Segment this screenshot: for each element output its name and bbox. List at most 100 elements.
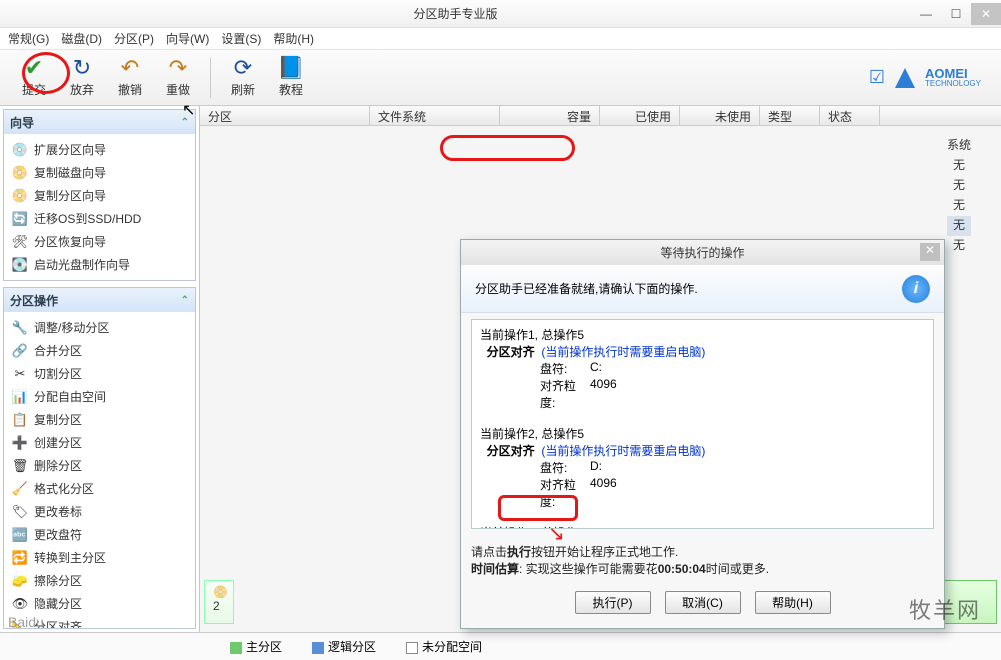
allocate-icon: 📊 bbox=[12, 389, 28, 405]
format-icon: 🧹 bbox=[12, 481, 28, 497]
op-split[interactable]: ✂切割分区 bbox=[6, 362, 193, 385]
wizard-title: 向导 bbox=[10, 114, 34, 131]
dialog-message: 分区助手已经准备就绪,请确认下面的操作. bbox=[475, 280, 698, 297]
tutorial-button[interactable]: 📘教程 bbox=[267, 57, 315, 98]
hide-icon: 👁 bbox=[12, 596, 28, 612]
watermark-baidu: Baidu bbox=[8, 614, 44, 630]
op-label[interactable]: 🏷更改卷标 bbox=[6, 500, 193, 523]
undo-button[interactable]: ↶撤销 bbox=[106, 57, 154, 98]
col-unused[interactable]: 未使用 bbox=[680, 106, 760, 125]
window-title: 分区助手专业版 bbox=[0, 5, 911, 22]
letter-icon: 🔤 bbox=[12, 527, 28, 543]
dialog-title: 等待执行的操作 bbox=[660, 244, 744, 261]
cursor-icon: ↖ bbox=[182, 100, 195, 120]
ops-panel: 分区操作 ⌃ 🔧调整/移动分区 🔗合并分区 ✂切割分区 📊分配自由空间 📋复制分区… bbox=[3, 287, 196, 629]
recover-icon: 🛠 bbox=[12, 234, 28, 250]
op-hide[interactable]: 👁隐藏分区 bbox=[6, 592, 193, 615]
undo-icon: ↶ bbox=[121, 57, 139, 79]
label-icon: 🏷 bbox=[12, 504, 28, 520]
disk-icon: 💿 bbox=[12, 142, 28, 158]
merge-icon: 🔗 bbox=[12, 343, 28, 359]
pending-ops-dialog: 等待执行的操作 ✕ 分区助手已经准备就绪,请确认下面的操作. i 当前操作1, … bbox=[460, 239, 945, 629]
resize-icon: 🔧 bbox=[12, 320, 28, 336]
column-headers: 分区 文件系统 容量 已使用 未使用 类型 状态 bbox=[200, 106, 1001, 126]
wizard-extend[interactable]: 💿扩展分区向导 bbox=[6, 138, 193, 161]
menu-partition[interactable]: 分区(P) bbox=[114, 30, 154, 47]
left-sidebar: 向导 ⌃ 💿扩展分区向导 📀复制磁盘向导 📀复制分区向导 🔄迁移OS到SSD/HD… bbox=[0, 106, 200, 632]
watermark: 牧羊网 bbox=[909, 593, 981, 625]
annotation-arrow: ↘ bbox=[548, 521, 565, 546]
op-format[interactable]: 🧹格式化分区 bbox=[6, 477, 193, 500]
menu-settings[interactable]: 设置(S) bbox=[221, 30, 261, 47]
dialog-hint1: 请点击执行按钮开始让程序正式地工作. bbox=[471, 543, 934, 560]
menu-help[interactable]: 帮助(H) bbox=[273, 30, 314, 47]
dialog-close-button[interactable]: ✕ bbox=[920, 243, 940, 261]
create-icon: ➕ bbox=[12, 435, 28, 451]
ops-list[interactable]: 当前操作1, 总操作5 分区对齐 (当前操作执行时需要重启电脑) 盘符:C: 对… bbox=[471, 319, 934, 529]
titlebar: 分区助手专业版 — ☐ ✕ bbox=[0, 0, 1001, 28]
discard-button[interactable]: ↻放弃 bbox=[58, 57, 106, 98]
disk-box[interactable]: 📀2 bbox=[204, 580, 234, 624]
col-partition[interactable]: 分区 bbox=[200, 106, 370, 125]
op-delete[interactable]: 🗑删除分区 bbox=[6, 454, 193, 477]
collapse-icon[interactable]: ⌃ bbox=[181, 295, 189, 306]
aomei-logo-icon bbox=[893, 66, 917, 90]
minimize-button[interactable]: — bbox=[911, 3, 941, 25]
execute-button[interactable]: 执行(P) bbox=[575, 591, 651, 614]
book-icon: 📘 bbox=[277, 57, 304, 79]
status-column: 系统 无 无 无 无 无 bbox=[947, 136, 971, 256]
op-allocate[interactable]: 📊分配自由空间 bbox=[6, 385, 193, 408]
legend-unalloc: 未分配空间 bbox=[422, 640, 482, 654]
info-icon: i bbox=[902, 275, 930, 303]
submit-button[interactable]: ✔提交 bbox=[10, 57, 58, 98]
dialog-titlebar[interactable]: 等待执行的操作 ✕ bbox=[461, 240, 944, 265]
close-button[interactable]: ✕ bbox=[971, 3, 1001, 25]
legend-logical: 逻辑分区 bbox=[328, 640, 376, 654]
ops-title: 分区操作 bbox=[10, 292, 58, 309]
dialog-hint2: 时间估算: 实现这些操作可能需要花00:50:04时间或更多. bbox=[471, 560, 934, 577]
discard-icon: ↻ bbox=[73, 57, 91, 79]
refresh-button[interactable]: ⟳刷新 bbox=[219, 57, 267, 98]
op-resize[interactable]: 🔧调整/移动分区 bbox=[6, 316, 193, 339]
wizard-panel: 向导⌃ 💿扩展分区向导 📀复制磁盘向导 📀复制分区向导 🔄迁移OS到SSD/HD… bbox=[3, 109, 196, 281]
legend: 主分区 逻辑分区 未分配空间 bbox=[0, 632, 1001, 660]
wizard-copy-partition[interactable]: 📀复制分区向导 bbox=[6, 184, 193, 207]
convert-icon: 🔁 bbox=[12, 550, 28, 566]
check-icon: ✔ bbox=[25, 57, 43, 79]
op-wipe[interactable]: 🧽擦除分区 bbox=[6, 569, 193, 592]
redo-button[interactable]: ↷重做 bbox=[154, 57, 202, 98]
op-letter[interactable]: 🔤更改盘符 bbox=[6, 523, 193, 546]
col-status[interactable]: 状态 bbox=[820, 106, 880, 125]
split-icon: ✂ bbox=[12, 366, 28, 382]
brand-logo: ☑ AOMEI TECHNOLOGY bbox=[869, 66, 991, 90]
cd-icon: 💽 bbox=[12, 257, 28, 273]
maximize-button[interactable]: ☐ bbox=[941, 3, 971, 25]
copy-icon: 📋 bbox=[12, 412, 28, 428]
wipe-icon: 🧽 bbox=[12, 573, 28, 589]
help-button[interactable]: 帮助(H) bbox=[755, 591, 831, 614]
op-copy[interactable]: 📋复制分区 bbox=[6, 408, 193, 431]
col-used[interactable]: 已使用 bbox=[600, 106, 680, 125]
check-badge-icon: ☑ bbox=[869, 67, 885, 88]
wizard-copy-disk[interactable]: 📀复制磁盘向导 bbox=[6, 161, 193, 184]
wizard-migrate-os[interactable]: 🔄迁移OS到SSD/HDD bbox=[6, 207, 193, 230]
cancel-button[interactable]: 取消(C) bbox=[665, 591, 741, 614]
wizard-bootdisk[interactable]: 💽启动光盘制作向导 bbox=[6, 253, 193, 276]
redo-icon: ↷ bbox=[169, 57, 187, 79]
menu-general[interactable]: 常规(G) bbox=[8, 30, 49, 47]
legend-main: 主分区 bbox=[246, 640, 282, 654]
op-primary[interactable]: 🔁转换到主分区 bbox=[6, 546, 193, 569]
menu-wizard[interactable]: 向导(W) bbox=[166, 30, 209, 47]
menubar: 常规(G) 磁盘(D) 分区(P) 向导(W) 设置(S) 帮助(H) bbox=[0, 28, 1001, 50]
col-type[interactable]: 类型 bbox=[760, 106, 820, 125]
migrate-icon: 🔄 bbox=[12, 211, 28, 227]
copy-icon: 📀 bbox=[12, 188, 28, 204]
op-merge[interactable]: 🔗合并分区 bbox=[6, 339, 193, 362]
op-create[interactable]: ➕创建分区 bbox=[6, 431, 193, 454]
toolbar: ✔提交 ↻放弃 ↶撤销 ↷重做 ⟳刷新 📘教程 ☑ AOMEI TECHNOLO… bbox=[0, 50, 1001, 106]
wizard-recover[interactable]: 🛠分区恢复向导 bbox=[6, 230, 193, 253]
menu-disk[interactable]: 磁盘(D) bbox=[61, 30, 102, 47]
col-fs[interactable]: 文件系统 bbox=[370, 106, 500, 125]
delete-icon: 🗑 bbox=[12, 458, 28, 474]
col-capacity[interactable]: 容量 bbox=[500, 106, 600, 125]
